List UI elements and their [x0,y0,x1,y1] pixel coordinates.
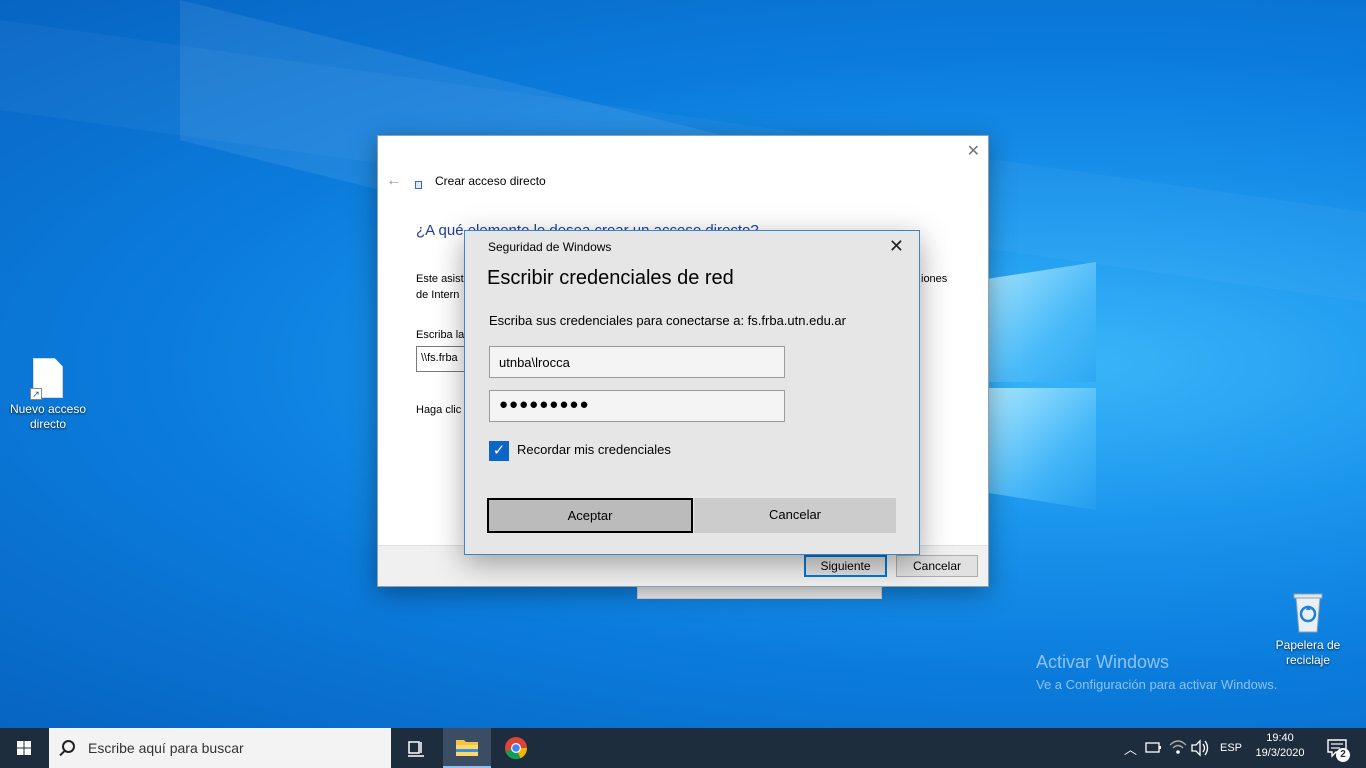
chrome-taskbar-button[interactable] [492,728,540,768]
close-icon[interactable]: ✕ [967,141,980,161]
language-indicator[interactable]: ESP [1216,728,1246,768]
accept-button[interactable]: Aceptar [487,498,693,533]
folder-icon [456,740,478,756]
task-view-button[interactable] [392,728,440,768]
network-tray-button[interactable] [1167,728,1189,768]
activation-title: Activar Windows [1036,652,1170,672]
wizard-description-tail: iones [921,273,948,285]
back-arrow-icon[interactable]: ← [386,172,402,190]
search-icon [62,740,75,753]
wifi-icon [1169,740,1187,754]
desktop-icon-label: Nuevo acceso directo [9,402,87,431]
shortcut-desktop-icon[interactable]: ↗ Nuevo acceso directo [8,358,88,432]
remember-checkbox[interactable]: ✓ [489,441,509,461]
desktop-icon-label: Papelera de reciclaje [1275,638,1341,667]
clock-date: 19/3/2020 [1255,747,1305,759]
dialog-app-name: Seguridad de Windows [488,240,612,254]
wizard-description-line2: de Intern [416,289,460,301]
location-label: Escriba la [416,329,465,341]
recycle-bin-desktop-icon[interactable]: Papelera de reciclaje [1268,590,1348,668]
wizard-cancel-button[interactable]: Cancelar [896,555,978,577]
notification-count-badge: 2 [1336,748,1350,762]
shortcut-arrow-icon: ↗ [30,388,42,400]
windows-security-dialog: Seguridad de Windows ✕ Escribir credenci… [464,230,920,555]
speaker-icon [1191,739,1209,757]
start-button[interactable] [0,728,48,768]
activation-subtitle: Ve a Configuración para activar Windows. [1036,677,1278,692]
chevron-up-icon: ︿ [1124,742,1138,757]
shortcut-icon [415,181,422,189]
volume-tray-button[interactable] [1189,728,1211,768]
password-field[interactable]: ●●●●●●●●● [489,390,785,422]
wizard-description: Este asist [416,273,464,285]
notification-icon [1327,739,1347,758]
checkmark-icon: ✓ [492,442,506,459]
wizard-hint: Haga clic [416,404,462,416]
remember-label: Recordar mis credenciales [517,442,671,457]
username-field[interactable]: utnba\lrocca [489,346,785,378]
taskbar: Escribe aquí para buscar ︿ ESP 19:40 19/… [0,728,1366,768]
recycle-bin-icon [1290,590,1326,634]
cancel-button[interactable]: Cancelar [694,498,896,533]
file-explorer-taskbar-button[interactable] [443,728,491,768]
task-view-icon [408,741,424,757]
windows-start-icon [17,741,31,755]
next-button[interactable]: Siguiente [804,555,887,577]
clock-time: 19:40 [1266,732,1294,744]
taskbar-search-box[interactable]: Escribe aquí para buscar [49,728,391,768]
dialog-title: Escribir credenciales de red [487,267,734,289]
action-center-button[interactable]: 2 [1318,728,1358,768]
clock[interactable]: 19:40 19/3/2020 [1250,728,1310,768]
credentials-prompt: Escriba sus credenciales para conectarse… [489,313,846,328]
wizard-title: Crear acceso directo [435,174,546,188]
power-tray-button[interactable] [1142,728,1164,768]
close-icon[interactable]: ✕ [889,236,904,257]
chrome-icon [505,737,528,760]
battery-plug-icon [1145,742,1161,753]
show-hidden-icons-button[interactable]: ︿ [1120,728,1140,768]
background-window-strip [637,585,882,599]
search-placeholder: Escribe aquí para buscar [88,740,244,756]
